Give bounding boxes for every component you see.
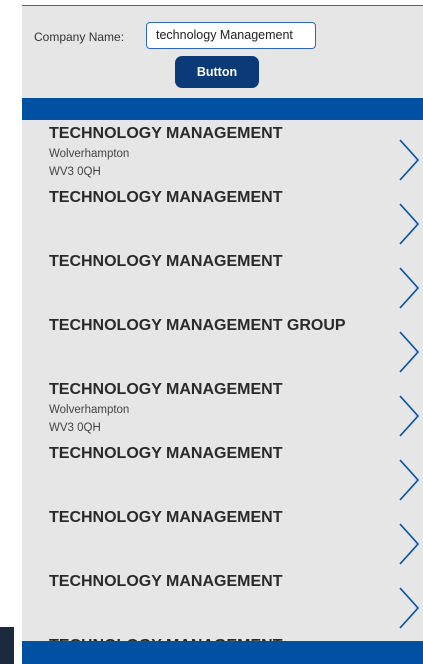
company-title: TECHNOLOGY MANAGEMENT bbox=[49, 445, 283, 462]
company-name-label: Company Name: bbox=[34, 30, 125, 44]
results-header-bar bbox=[22, 98, 423, 120]
company-title: TECHNOLOGY MANAGEMENT bbox=[49, 573, 283, 590]
company-postcode: WV3 0QH bbox=[49, 166, 101, 178]
list-item[interactable]: TECHNOLOGY MANAGEMENT Wolverhampton WV3 0Q… bbox=[22, 376, 423, 440]
list-item[interactable]: TECHNOLOGY MANAGEMENT bbox=[22, 184, 423, 248]
company-name-input[interactable]: technology Management bbox=[146, 22, 316, 49]
company-title: TECHNOLOGY MANAGEMENT bbox=[49, 381, 283, 398]
list-item[interactable]: TECHNOLOGY MANAGEMENT bbox=[22, 568, 423, 632]
company-title: TECHNOLOGY MANAGEMENT bbox=[49, 189, 283, 206]
list-item[interactable]: TECHNOLOGY MANAGEMENT bbox=[22, 440, 423, 504]
chevron-right-icon[interactable] bbox=[398, 394, 420, 438]
chevron-right-icon[interactable] bbox=[398, 266, 420, 310]
left-edge-block bbox=[0, 627, 14, 664]
list-item[interactable]: TECHNOLOGY MANAGEMENT GROUP bbox=[22, 312, 423, 376]
chevron-right-icon[interactable] bbox=[398, 138, 420, 182]
chevron-right-icon[interactable] bbox=[398, 522, 420, 566]
company-title: TECHNOLOGY MANAGEMENT bbox=[49, 509, 283, 526]
footer-bar bbox=[22, 641, 423, 664]
search-panel: Company Name: technology Management Butt… bbox=[22, 6, 423, 98]
results-gallery[interactable]: TECHNOLOGY MANAGEMENT Wolverhampton WV3 0Q… bbox=[22, 120, 423, 641]
app-window: Company Name: technology Management Butt… bbox=[0, 0, 423, 664]
company-city: Wolverhampton bbox=[49, 148, 130, 160]
search-button[interactable]: Button bbox=[175, 56, 259, 88]
company-postcode: WV3 0QH bbox=[49, 422, 101, 434]
list-item[interactable]: TECHNOLOGY MANAGEMENT Wolverhampton WV3 0Q… bbox=[22, 120, 423, 184]
company-title: TECHNOLOGY MANAGEMENT bbox=[49, 125, 283, 142]
company-title: TECHNOLOGY MANAGEMENT GROUP bbox=[49, 317, 346, 334]
list-item[interactable]: TECHNOLOGY MANAGEMENT bbox=[22, 632, 423, 641]
chevron-right-icon[interactable] bbox=[398, 586, 420, 630]
list-item[interactable]: TECHNOLOGY MANAGEMENT bbox=[22, 248, 423, 312]
chevron-right-icon[interactable] bbox=[398, 458, 420, 502]
chevron-right-icon[interactable] bbox=[398, 202, 420, 246]
chevron-right-icon[interactable] bbox=[398, 330, 420, 374]
company-city: Wolverhampton bbox=[49, 404, 130, 416]
company-title: TECHNOLOGY MANAGEMENT bbox=[49, 253, 283, 270]
list-item[interactable]: TECHNOLOGY MANAGEMENT bbox=[22, 504, 423, 568]
